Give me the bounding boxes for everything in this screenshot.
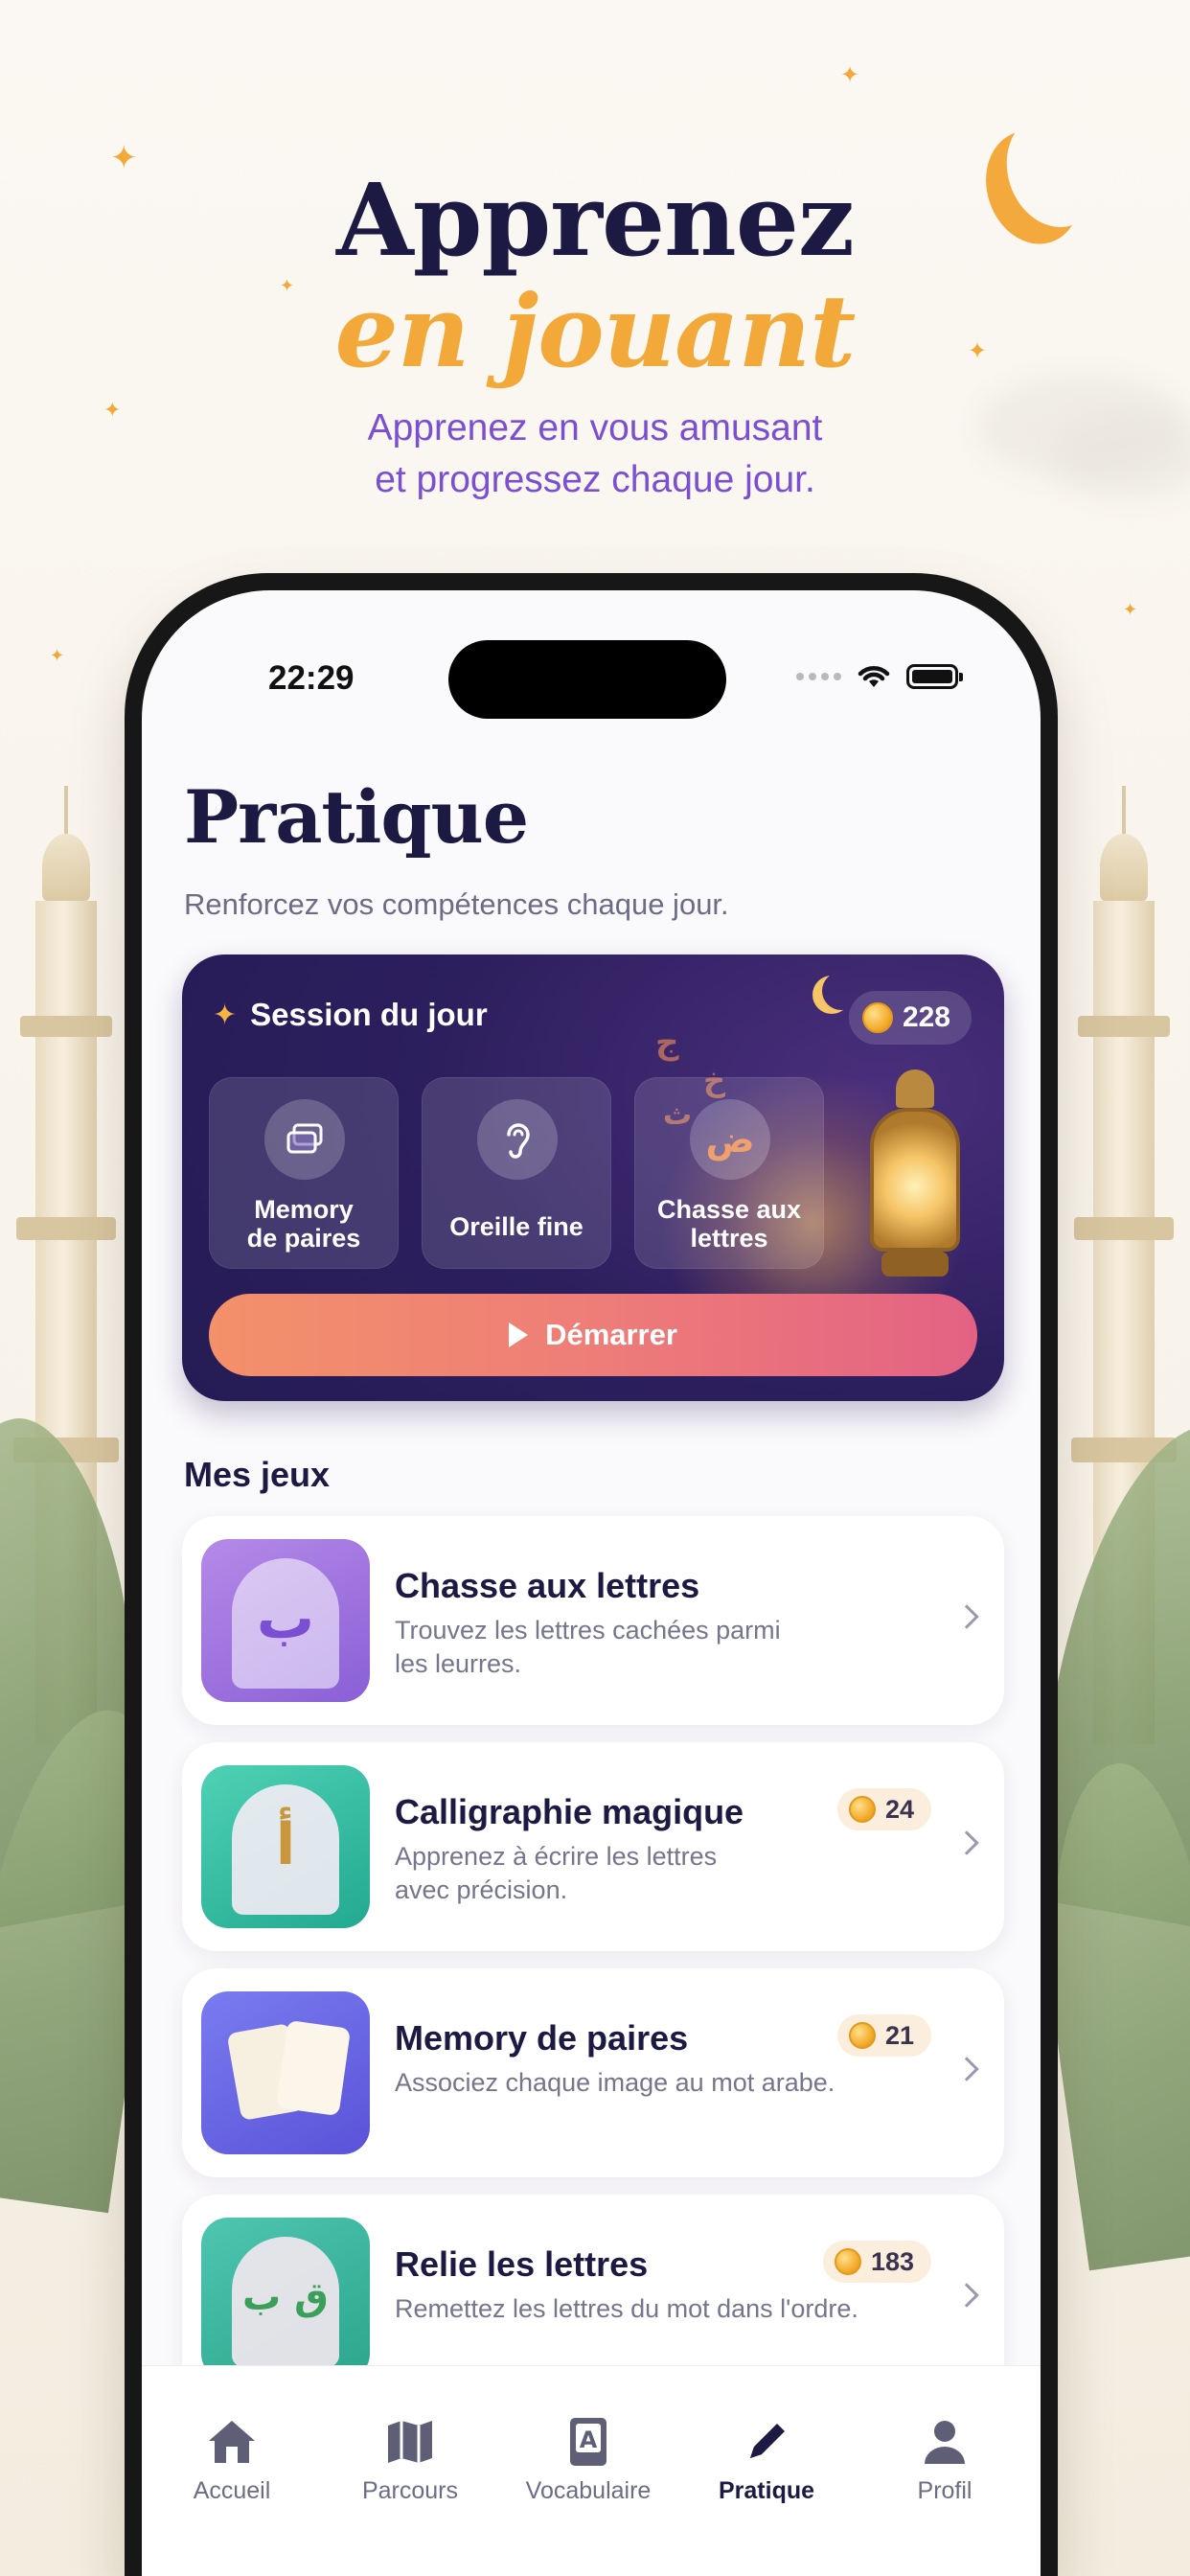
- tab-accueil[interactable]: Accueil: [146, 2414, 318, 2505]
- tab-label: Vocabulaire: [525, 2477, 652, 2504]
- map-icon: [324, 2414, 496, 2470]
- tab-label: Accueil: [193, 2477, 271, 2504]
- game-card-chasse-aux-lettres[interactable]: ب Chasse aux lettres Trouvez les lettres…: [182, 1516, 1004, 1725]
- session-header: ✦ Session du jour: [213, 997, 488, 1033]
- coin-icon: [848, 1796, 876, 1823]
- hero-title-accent: en jouant: [334, 272, 857, 390]
- person-icon: [858, 2414, 1031, 2470]
- game-description: Trouvez les lettres cachées parmi les le…: [395, 1616, 781, 1678]
- sparkle-icon: ✦: [50, 646, 65, 666]
- ear-icon: [477, 1099, 558, 1180]
- play-icon: [509, 1322, 529, 1347]
- dynamic-island: [448, 640, 726, 719]
- hero-subtitle-line: Apprenez en vous amusant: [367, 407, 823, 448]
- game-description: Associez chaque image au mot arabe.: [395, 2068, 835, 2097]
- chevron-right-icon: [954, 1830, 979, 1855]
- hero-subtitle-line: et progressez chaque jour.: [375, 459, 815, 500]
- app-screen: 22:29 Pratique Renforcez vos compétences…: [142, 590, 1041, 2576]
- start-button-label: Démarrer: [545, 1318, 677, 1351]
- cards-icon: [264, 1099, 345, 1180]
- chevron-right-icon: [954, 1604, 979, 1629]
- game-name: Calligraphie magique: [395, 1792, 744, 1831]
- coins-count: 24: [884, 1794, 914, 1824]
- session-activity-memory[interactable]: Memory de paires: [209, 1077, 399, 1269]
- tab-bar: Accueil Parcours A Vocabulaire Pratique: [142, 2365, 1041, 2576]
- coins-count: 228: [902, 1001, 950, 1033]
- coins-badge: 24: [836, 1788, 931, 1830]
- status-icons: [796, 657, 963, 696]
- activity-label: Oreille fine: [449, 1212, 584, 1241]
- coins-balance: 228: [848, 991, 972, 1045]
- game-description: Remettez les lettres du mot dans l'ordre…: [395, 2294, 858, 2323]
- tab-label: Parcours: [361, 2477, 459, 2504]
- tab-pratique[interactable]: Pratique: [680, 2414, 853, 2505]
- game-name: Memory de paires: [395, 2018, 689, 2058]
- coin-icon: [834, 2248, 861, 2275]
- arabic-letter-decoration: ج: [655, 1024, 679, 1062]
- lantern-illustration: [862, 1070, 968, 1290]
- sparkle-icon: ✦: [213, 998, 238, 1032]
- wifi-icon: [858, 666, 890, 687]
- game-name: Chasse aux lettres: [395, 1566, 700, 1605]
- home-icon: [146, 2414, 318, 2470]
- hero-subtitle: Apprenez en vous amusant et progressez c…: [0, 402, 1190, 506]
- daily-session-card: ج خ ث ✦ Session du jour 228 Memory de pa…: [182, 954, 1004, 1401]
- letter-hunt-thumbnail: ب: [201, 1539, 370, 1702]
- battery-icon: [906, 664, 963, 689]
- game-card-calligraphie[interactable]: أ Calligraphie magique 24 Apprenez à écr…: [182, 1742, 1004, 1951]
- game-description: Apprenez à écrire les lettres avec préci…: [395, 1842, 718, 1904]
- game-name: Relie les lettres: [395, 2244, 649, 2284]
- coins-count: 21: [884, 2020, 914, 2050]
- page-subtitle: Renforcez vos compétences chaque jour.: [184, 887, 729, 921]
- activity-label: Memory de paires: [246, 1195, 361, 1253]
- sparkle-icon: ✦: [1123, 600, 1138, 620]
- coin-icon: [848, 2022, 876, 2049]
- tab-profil[interactable]: Profil: [858, 2414, 1031, 2505]
- hero-title: Apprenez: [336, 161, 855, 279]
- status-time: 22:29: [268, 659, 355, 697]
- tab-label: Pratique: [718, 2477, 815, 2504]
- page-title: Pratique: [184, 774, 529, 860]
- start-session-button[interactable]: Démarrer: [209, 1294, 977, 1376]
- session-activity-letters[interactable]: ض Chasse aux lettres: [634, 1077, 824, 1269]
- coin-icon: [861, 1002, 893, 1033]
- memory-thumbnail: [201, 1991, 370, 2154]
- game-card-memory[interactable]: Memory de paires 21 Associez chaque imag…: [182, 1968, 1004, 2177]
- pencil-icon: [680, 2414, 853, 2470]
- session-activity-ear[interactable]: Oreille fine: [422, 1077, 611, 1269]
- session-title: Session du jour: [250, 997, 488, 1032]
- activity-label: Chasse aux lettres: [656, 1195, 802, 1253]
- calligraphy-thumbnail: أ: [201, 1765, 370, 1928]
- tab-parcours[interactable]: Parcours: [324, 2414, 496, 2505]
- coins-count: 183: [870, 2246, 914, 2276]
- arabic-letter-icon: ض: [690, 1099, 770, 1180]
- sparkle-icon: ✦: [840, 61, 860, 88]
- chevron-right-icon: [954, 2283, 979, 2308]
- phone-frame: 22:29 Pratique Renforcez vos compétences…: [125, 573, 1058, 2576]
- signal-icon: [796, 673, 841, 680]
- coins-badge: 21: [836, 2014, 931, 2057]
- games-section-title: Mes jeux: [184, 1455, 331, 1494]
- connect-letters-thumbnail: ق ب: [201, 2218, 370, 2380]
- tab-label: Profil: [917, 2477, 973, 2504]
- coins-badge: 183: [822, 2241, 931, 2283]
- svg-text:A: A: [580, 2426, 598, 2453]
- tab-vocabulaire[interactable]: A Vocabulaire: [502, 2414, 675, 2505]
- chevron-right-icon: [954, 2057, 979, 2082]
- book-icon: A: [502, 2414, 675, 2470]
